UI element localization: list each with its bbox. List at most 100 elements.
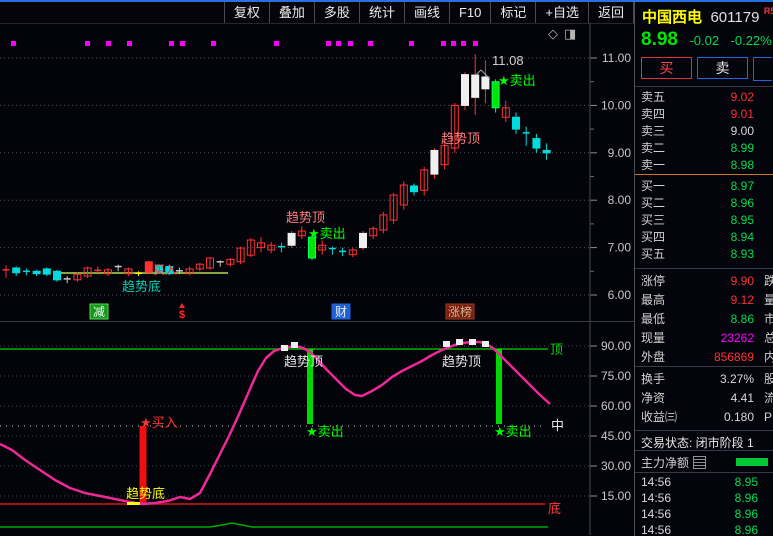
sell-level-卖四[interactable]: 卖四 9.01	[635, 105, 773, 122]
svg-text:75.00: 75.00	[601, 369, 631, 383]
tick-time: 14:56	[641, 475, 672, 489]
toolbar-item-标记[interactable]: 标记	[490, 2, 535, 23]
up-arrow-icon	[179, 303, 185, 308]
chart-annotation: 趋势底	[122, 279, 161, 294]
buy-button[interactable]: 买	[641, 57, 692, 79]
row-value: 9.90	[730, 273, 754, 288]
row-value: 856869	[713, 349, 754, 364]
quote-panel: 中国西电 601179 R5 8.98 -0.02 -0.22% 买 卖 卖五 9…	[634, 2, 773, 536]
buy-level-买一[interactable]: 买一 8.97	[635, 177, 773, 194]
sell-level-卖二[interactable]: 卖二 8.99	[635, 139, 773, 156]
divider	[635, 450, 773, 451]
row-value: 8.97	[730, 178, 754, 193]
toolbar-item-叠加[interactable]: 叠加	[268, 2, 314, 23]
svg-text:45.00: 45.00	[601, 429, 631, 443]
stats-block-1: 涨停 9.90 跌最高 9.12 量最低 8.86 市现量 23262 总外盘 856869 内	[635, 271, 773, 366]
main-force-label: 主力净额	[641, 455, 690, 470]
row-value: 8.94	[730, 229, 754, 244]
stat-涨停: 涨停 9.90 跌	[635, 271, 773, 290]
mid-label: 中	[551, 418, 564, 433]
trend-indicator-chart[interactable]: 90.00 75.00 60.00 45.00 30.00 15.00 顶中底 ★买入趋势底 趋…	[0, 322, 634, 535]
stock-tag: R5	[763, 6, 773, 16]
divider	[635, 268, 773, 269]
baseline	[0, 522, 548, 528]
stat-最低: 最低 8.86 市	[635, 309, 773, 328]
extra-button-clipped[interactable]	[753, 57, 772, 81]
price-divider	[635, 174, 773, 175]
chart-annotation: 趋势顶	[286, 210, 325, 225]
tick-time: 14:56	[641, 523, 672, 536]
tick-list: 14:56 8.95 14:56 8.96 14:56 8.96 14:56 8.96	[635, 474, 773, 536]
chart-toolbar: 复权 叠加 多股 统计 画线 F10 标记 +自选 返回	[0, 2, 634, 24]
svg-text:10.00: 10.00	[601, 98, 631, 112]
row-value: 8.86	[730, 311, 754, 326]
row-label: 外盘	[641, 350, 666, 364]
chart-area: 复权 叠加 多股 统计 画线 F10 标记 +自选 返回 ◇◨ 11.00 10.00 9.00 8.…	[0, 2, 634, 536]
peak-mark	[281, 345, 288, 351]
row-label: 卖四	[641, 107, 666, 121]
stat-净资: 净资 4.41 流	[635, 388, 773, 407]
magenta-dot-markers	[11, 41, 478, 46]
tick-row: 14:56 8.96	[635, 522, 773, 536]
svg-text:90.00: 90.00	[601, 339, 631, 353]
toolbar-item-画线[interactable]: 画线	[403, 2, 449, 23]
row-label: 卖三	[641, 124, 666, 138]
candlestick-chart[interactable]: 11.0010.009.008.007.006.0011.08买入趋势底趋势顶★…	[0, 23, 634, 321]
toolbar-item-返回[interactable]: 返回	[587, 2, 634, 23]
clipped-second-column: 市	[764, 310, 773, 327]
detail-list-icon[interactable]	[693, 455, 707, 469]
stat-收益㈢: 收益㈢ 0.180 PE	[635, 407, 773, 426]
sell-level-卖一[interactable]: 卖一 8.98	[635, 156, 773, 173]
clipped-second-column: PE	[764, 409, 773, 424]
row-value: 8.98	[730, 157, 754, 172]
toolbar-item-统计[interactable]: 统计	[358, 2, 404, 23]
buy-level-买二[interactable]: 买二 8.96	[635, 194, 773, 211]
peak-mark	[443, 341, 450, 347]
sell-level-卖五[interactable]: 卖五 9.02	[635, 88, 773, 105]
diamond-icon[interactable]: ◇	[548, 26, 564, 41]
chart-annotation: ★卖出	[308, 226, 346, 241]
indicator-annotation: ★卖出	[494, 424, 532, 439]
buy-level-买四[interactable]: 买四 8.94	[635, 228, 773, 245]
row-label: 最高	[641, 293, 666, 307]
sell-button[interactable]: 卖	[697, 57, 748, 79]
toolbar-item-F10[interactable]: F10	[448, 2, 490, 23]
stat-换手: 换手 3.27% 股	[635, 369, 773, 388]
toolbar-item-复权[interactable]: 复权	[223, 2, 269, 23]
row-label: 买四	[641, 230, 666, 244]
toolbar-item-+自选[interactable]: +自选	[535, 2, 588, 23]
sell-levels: 卖五 9.02 卖四 9.01 卖三 9.00 卖二 8.99 卖一 8.98	[635, 88, 773, 173]
stats-block-2: 换手 3.27% 股净资 4.41 流收益㈢ 0.180 PE	[635, 369, 773, 426]
last-price: 8.98	[641, 29, 678, 50]
split-screen-icon[interactable]: ◨	[564, 26, 582, 41]
row-label: 买三	[641, 213, 666, 227]
sell-level-卖三[interactable]: 卖三 9.00	[635, 122, 773, 139]
tick-price: 8.95	[734, 475, 758, 489]
sell-signal-bar	[496, 349, 502, 424]
row-value: 9.12	[730, 292, 754, 307]
clipped-second-column: 股	[764, 370, 773, 387]
svg-text:7.00: 7.00	[608, 241, 632, 255]
stat-现量: 现量 23262 总	[635, 328, 773, 347]
buy-levels: 买一 8.97 买二 8.96 买三 8.95 买四 8.94 买五 8.93	[635, 177, 773, 262]
row-label: 最低	[641, 312, 666, 326]
indicator-annotation: ★卖出	[306, 424, 344, 439]
buy-level-买五[interactable]: 买五 8.93	[635, 245, 773, 262]
tick-row: 14:56 8.96	[635, 506, 773, 522]
tick-row: 14:56 8.95	[635, 474, 773, 490]
indicator-annotation: ★买入	[140, 415, 178, 430]
row-value: 8.95	[730, 212, 754, 227]
row-label: 买二	[641, 196, 666, 210]
svg-text:30.00: 30.00	[601, 459, 631, 473]
toolbar-item-多股[interactable]: 多股	[313, 2, 359, 23]
peak-mark	[291, 342, 298, 348]
svg-text:8.00: 8.00	[608, 193, 632, 207]
divider	[635, 366, 773, 367]
money-mark: $	[179, 309, 185, 321]
row-label: 卖二	[641, 141, 666, 155]
chart-corner-icons: ◇◨	[548, 26, 582, 42]
divider	[635, 86, 773, 87]
buy-level-买三[interactable]: 买三 8.95	[635, 211, 773, 228]
indicator-annotation: 趋势底	[126, 486, 165, 501]
tick-price: 8.96	[734, 491, 758, 505]
